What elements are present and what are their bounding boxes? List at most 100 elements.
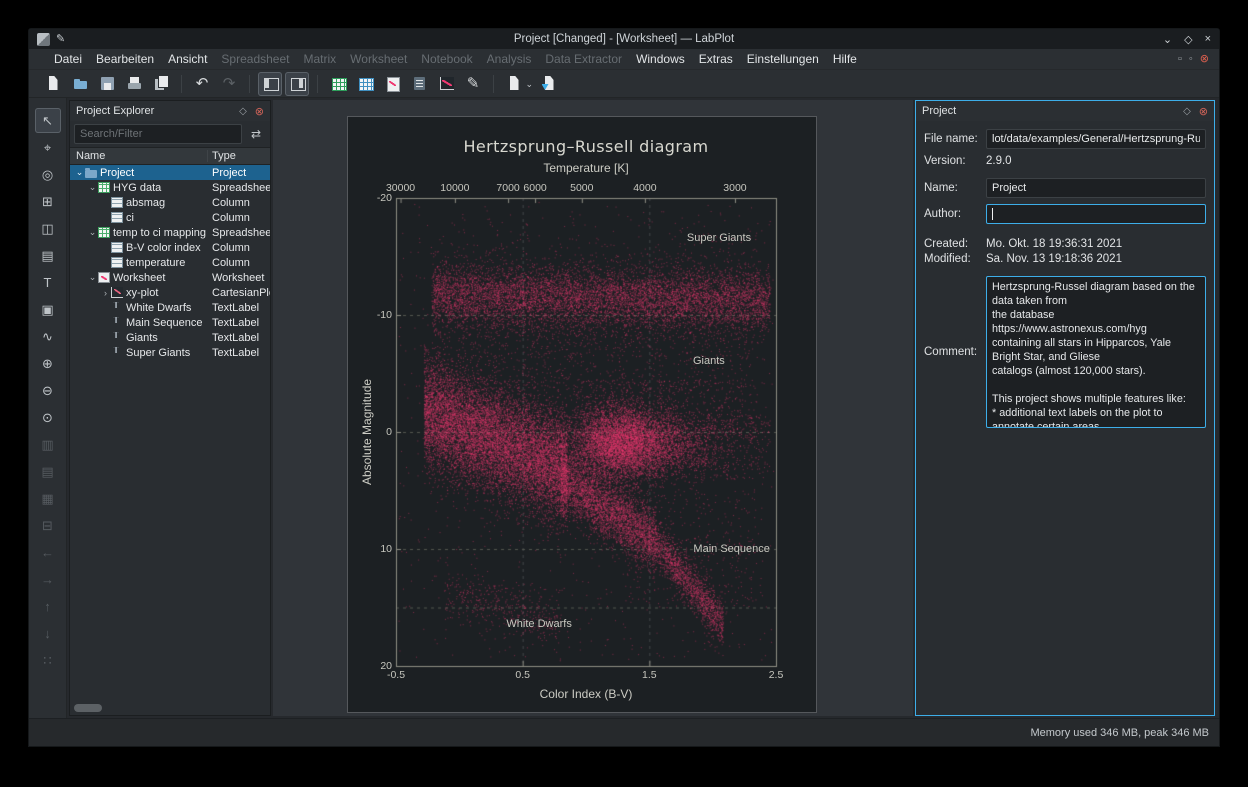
menu-ansicht[interactable]: Ansicht [161, 50, 214, 68]
tree-row-hyg-data[interactable]: ⌄HYG dataSpreadsheet [70, 180, 270, 195]
dropdown-caret-icon[interactable]: ⌄ [525, 79, 533, 90]
horizontal-layout-button[interactable]: ▤ [35, 459, 61, 484]
tool-crosshair-button[interactable]: ⌖ [35, 135, 61, 160]
shade-button[interactable]: ⌄ [1163, 33, 1172, 46]
author-input[interactable] [986, 204, 1206, 224]
x-tick-label: 2.5 [769, 669, 784, 681]
add-plot-four-axes-button[interactable]: ⊞ [35, 189, 61, 214]
tree-column-headers[interactable]: Name Type [70, 147, 270, 165]
titlebar[interactable]: ✎ Project [Changed] - [Worksheet] — LabP… [29, 29, 1219, 49]
float-dock-icon[interactable]: ◇ [239, 106, 247, 117]
expander-icon[interactable]: ⌄ [87, 227, 98, 238]
tree-row-temp-to-ci-mapping[interactable]: ⌄temp to ci mappingSpreadsheet [70, 225, 270, 240]
maximize-button[interactable]: ◇ [1184, 33, 1192, 46]
mdi-close[interactable]: ⊗ [1200, 54, 1209, 65]
tree-row-super-giants[interactable]: Super GiantsTextLabel [70, 345, 270, 360]
tree-row-ci[interactable]: ciColumn [70, 210, 270, 225]
tree-row-absmag[interactable]: absmagColumn [70, 195, 270, 210]
toggle-project-explorer-button[interactable] [258, 72, 282, 96]
data-extractor-button[interactable]: ✎ [461, 72, 485, 96]
undo-button[interactable]: ↶ [190, 72, 214, 96]
expander-icon[interactable]: ⌄ [87, 182, 98, 193]
add-image-button[interactable]: ▣ [35, 297, 61, 322]
menu-bearbeiten[interactable]: Bearbeiten [89, 50, 161, 68]
tree-row-white-dwarfs[interactable]: White DwarfsTextLabel [70, 300, 270, 315]
new-project-button[interactable] [41, 72, 65, 96]
new-object-button[interactable]: ⌄ [502, 72, 526, 96]
new-spreadsheet-button[interactable] [326, 72, 350, 96]
shift-right-button[interactable]: → [35, 567, 61, 592]
shift-left-button[interactable]: ← [35, 540, 61, 565]
new-notebook-button[interactable] [407, 72, 431, 96]
close-dock-icon[interactable]: ⊗ [255, 105, 264, 118]
redo-button[interactable]: ↷ [217, 72, 241, 96]
menu-hilfe[interactable]: Hilfe [826, 50, 864, 68]
tree-item-type: TextLabel [208, 302, 270, 314]
shift-up-button[interactable]: ↑ [35, 594, 61, 619]
open-project-button[interactable] [68, 72, 92, 96]
shift-down-button[interactable]: ↓ [35, 621, 61, 646]
vertical-layout-button[interactable]: ▥ [35, 432, 61, 457]
file-name-input[interactable] [986, 129, 1206, 149]
menu-worksheet[interactable]: Worksheet [343, 50, 414, 68]
tree-row-giants[interactable]: GiantsTextLabel [70, 330, 270, 345]
tool-select-button[interactable]: ↖ [35, 108, 61, 133]
name-input[interactable] [986, 178, 1206, 198]
close-button[interactable]: × [1205, 33, 1211, 46]
menu-datei[interactable]: Datei [47, 50, 89, 68]
zoom-in-button[interactable]: ⊕ [35, 351, 61, 376]
menu-matrix[interactable]: Matrix [296, 50, 343, 68]
tool-zoom-selection-button[interactable]: ◎ [35, 162, 61, 187]
save-project-button[interactable] [95, 72, 119, 96]
tree-row-project[interactable]: ⌄ProjectProject [70, 165, 270, 180]
toggle-properties-explorer-button[interactable] [285, 72, 309, 96]
add-plot-template-button[interactable]: ▤ [35, 243, 61, 268]
tree-row-xy-plot[interactable]: ›xy-plotCartesianPlot [70, 285, 270, 300]
float-dock-icon[interactable]: ◇ [1183, 106, 1191, 117]
add-curve-button[interactable]: ∿ [35, 324, 61, 349]
menu-spreadsheet[interactable]: Spreadsheet [214, 50, 296, 68]
expander-icon[interactable]: ⌄ [87, 272, 98, 283]
project-explorer-header[interactable]: Project Explorer ◇ ⊗ [70, 101, 270, 121]
zoom-fit-button[interactable]: ⊙ [35, 405, 61, 430]
tree-item-type: TextLabel [208, 347, 270, 359]
properties-header[interactable]: Project ◇ ⊗ [916, 101, 1214, 121]
zoom-out-button[interactable]: ⊖ [35, 378, 61, 403]
column-header-name[interactable]: Name [70, 150, 208, 162]
new-plot-button[interactable] [434, 72, 458, 96]
menu-analysis[interactable]: Analysis [480, 50, 539, 68]
menu-einstellungen[interactable]: Einstellungen [740, 50, 826, 68]
tree-row-main-sequence[interactable]: Main SequenceTextLabel [70, 315, 270, 330]
menu-notebook[interactable]: Notebook [414, 50, 479, 68]
add-plot-two-axes-button[interactable]: ◫ [35, 216, 61, 241]
export-button[interactable] [149, 72, 173, 96]
print-button[interactable] [122, 72, 146, 96]
import-file-button[interactable] [537, 72, 561, 96]
tree-row-b-v-color-index[interactable]: B-V color indexColumn [70, 240, 270, 255]
horizontal-scrollbar[interactable] [74, 704, 102, 712]
pin-icon[interactable]: ✎ [56, 34, 65, 45]
tool-zoom-selection-icon: ◎ [42, 168, 53, 181]
new-worksheet-button[interactable] [380, 72, 404, 96]
menu-data-extractor[interactable]: Data Extractor [538, 50, 629, 68]
filter-options-icon[interactable]: ⇄ [246, 124, 266, 144]
grid-layout-button[interactable]: ▦ [35, 486, 61, 511]
add-text-label-button[interactable]: T [35, 270, 61, 295]
break-layout-button[interactable]: ⊟ [35, 513, 61, 538]
plot-page[interactable]: Hertzsprung–Russell diagram Temperature … [347, 116, 817, 713]
comment-textarea[interactable]: Hertzsprung-Russel diagram based on the … [986, 276, 1206, 428]
menu-extras[interactable]: Extras [692, 50, 740, 68]
new-matrix-button[interactable] [353, 72, 377, 96]
search-input[interactable] [74, 124, 242, 144]
mdi-minimize[interactable]: ▫ [1178, 54, 1182, 65]
mdi-restore[interactable]: ◦ [1189, 54, 1193, 65]
expander-icon[interactable]: ⌄ [74, 167, 85, 178]
worksheet-view[interactable]: Hertzsprung–Russell diagram Temperature … [273, 100, 913, 716]
tree-row-worksheet[interactable]: ⌄WorksheetWorksheet [70, 270, 270, 285]
snap-mode-button[interactable]: ∷ [35, 648, 61, 673]
tree-row-temperature[interactable]: temperatureColumn [70, 255, 270, 270]
menu-windows[interactable]: Windows [629, 50, 692, 68]
close-dock-icon[interactable]: ⊗ [1199, 105, 1208, 118]
column-header-type[interactable]: Type [208, 150, 270, 162]
expander-icon[interactable]: › [100, 288, 111, 298]
